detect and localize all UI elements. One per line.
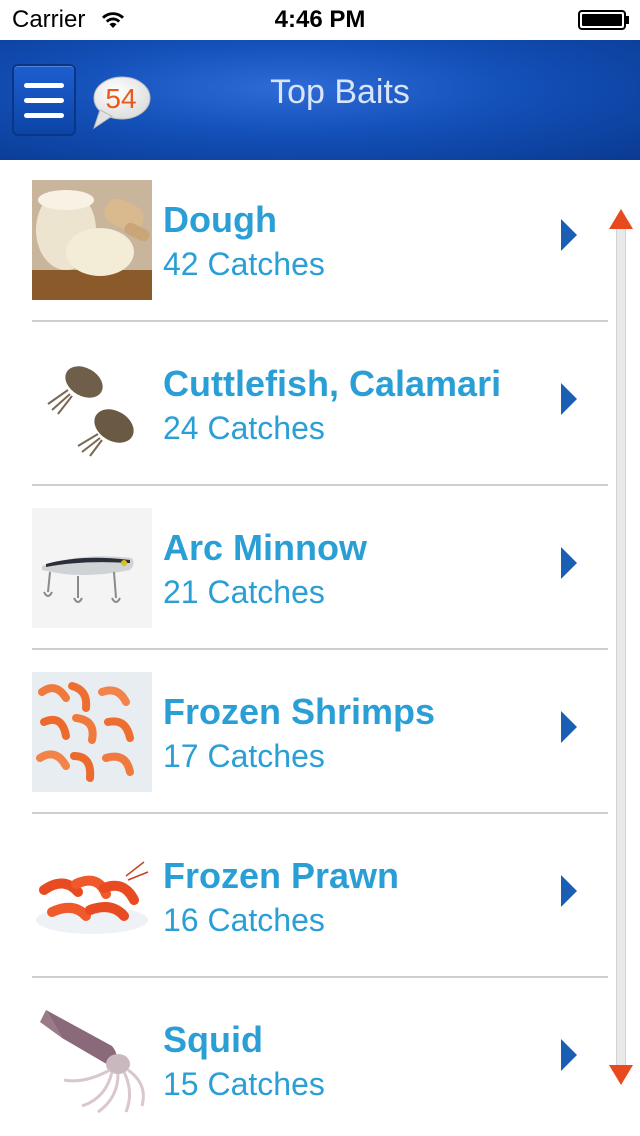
chevron-right-icon: [561, 219, 577, 251]
list-item[interactable]: Arc Minnow 21 Catches: [0, 488, 610, 652]
divider: [32, 320, 608, 322]
chevron-right-icon: [561, 711, 577, 743]
page-title: Top Baits: [270, 73, 410, 111]
notification-badge[interactable]: 54: [90, 82, 152, 116]
divider: [32, 812, 608, 814]
catch-count: 16 Catches: [163, 902, 325, 938]
chevron-right-icon: [561, 547, 577, 579]
bait-name: Frozen Prawn: [163, 855, 400, 896]
app-screen: Carrier 4:46 PM 54 Top Baits Dough 42 Ca…: [0, 0, 640, 1136]
menu-button[interactable]: [12, 64, 76, 136]
catch-count: 42 Catches: [163, 246, 325, 282]
scroll-up-arrow-icon[interactable]: [608, 208, 634, 230]
divider: [32, 648, 608, 650]
bait-name: Frozen Shrimps: [163, 691, 436, 732]
scroll-down-arrow-icon[interactable]: [608, 1064, 634, 1086]
bait-name: Squid: [163, 1019, 263, 1060]
chevron-right-icon: [561, 383, 577, 415]
bait-name: Dough: [163, 199, 277, 240]
catch-count: 15 Catches: [163, 1066, 325, 1102]
bait-list: Dough 42 Catches Cuttlefish, Calamari 24…: [0, 160, 640, 1136]
list-item[interactable]: Frozen Prawn 16 Catches: [0, 816, 610, 980]
status-bar: Carrier 4:46 PM: [0, 0, 640, 40]
list-item[interactable]: Squid 15 Catches: [0, 980, 610, 1136]
bait-name: Arc Minnow: [163, 527, 367, 568]
battery-icon: [578, 10, 629, 30]
divider: [32, 484, 608, 486]
chevron-right-icon: [561, 875, 577, 907]
catch-count: 17 Catches: [163, 738, 325, 774]
list-item[interactable]: Dough 42 Catches: [0, 160, 610, 324]
catch-count: 21 Catches: [163, 574, 325, 610]
clock: 4:46 PM: [274, 6, 366, 33]
list-item[interactable]: Frozen Shrimps 17 Catches: [0, 652, 610, 816]
bait-name: Cuttlefish, Calamari: [163, 363, 502, 404]
divider: [32, 976, 608, 978]
prawn-image: [32, 836, 152, 956]
cuttlefish-image: [32, 344, 152, 464]
nav-bar: 54 Top Baits: [0, 40, 640, 160]
catch-count: 24 Catches: [163, 410, 325, 446]
scrollbar[interactable]: [616, 226, 626, 1068]
shrimps-image: [32, 672, 152, 792]
squid-image: [32, 1000, 152, 1120]
dough-image: [32, 180, 152, 300]
chevron-right-icon: [561, 1039, 577, 1071]
list-item[interactable]: Cuttlefish, Calamari 24 Catches: [0, 324, 610, 488]
minnow-lure-image: [32, 508, 152, 628]
